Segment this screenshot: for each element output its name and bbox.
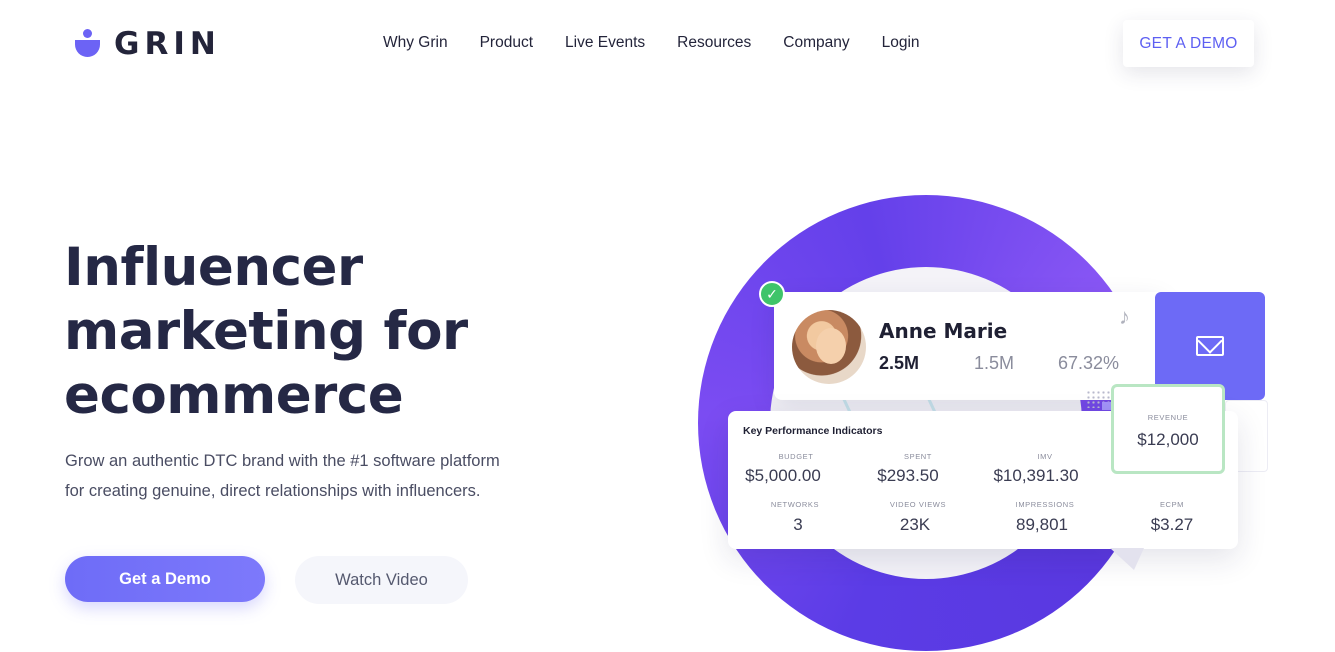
nav-resources[interactable]: Resources	[677, 34, 751, 52]
check-icon: ✓	[759, 281, 785, 307]
avatar	[792, 310, 866, 384]
profile-stat-1: 2.5M	[879, 353, 920, 373]
kpi-budget-value: $5,000.00	[745, 466, 821, 485]
kpi-video-views-value: 23K	[899, 515, 931, 534]
revenue-card: REVENUE $12,000	[1111, 384, 1225, 474]
influencer-name: Anne Marie	[879, 319, 1008, 343]
nav-live-events[interactable]: Live Events	[565, 34, 645, 52]
nav-product[interactable]: Product	[480, 34, 533, 52]
kpi-revenue-label: REVENUE	[1147, 413, 1189, 422]
kpi-budget-label: BUDGET	[778, 452, 814, 461]
grin-logo-icon	[74, 29, 102, 59]
mail-icon	[1196, 336, 1224, 356]
kpi-ecpm-value: $3.27	[1150, 515, 1194, 534]
nav-company[interactable]: Company	[783, 34, 849, 52]
hero-title: Influencer marketing for ecommerce	[64, 236, 624, 428]
logo-text: GRIN	[114, 26, 221, 62]
profile-stat-2: 1.5M	[974, 353, 1015, 373]
kpi-spent-label: SPENT	[903, 452, 932, 461]
tiktok-icon: ♪	[1119, 304, 1130, 329]
kpi-ecpm-label: ECPM	[1159, 500, 1185, 509]
kpi-networks-label: NETWORKS	[770, 500, 820, 509]
hero-subtitle-line-1: Grow an authentic DTC brand with the #1 …	[65, 452, 500, 470]
hero-title-line-1: Influencer	[64, 237, 363, 298]
main-nav: Why Grin Product Live Events Resources C…	[383, 34, 920, 52]
kpi-revenue-value: $12,000	[1137, 430, 1199, 449]
hero-subtitle-line-2: for creating genuine, direct relationshi…	[65, 482, 481, 500]
kpi-spent-value: $293.50	[877, 466, 939, 485]
nav-why-grin[interactable]: Why Grin	[383, 34, 448, 52]
decorative-triangle	[1110, 548, 1144, 570]
get-a-demo-button[interactable]: Get a Demo	[65, 556, 265, 602]
kpi-imv-label: IMV	[1037, 452, 1053, 461]
hero-subtitle: Grow an authentic DTC brand with the #1 …	[65, 446, 585, 506]
influencer-profile-card: Anne Marie 2.5M 1.5M 67.32% ♪	[774, 292, 1164, 400]
kpi-impressions-value: 89,801	[1016, 515, 1068, 534]
hero-title-line-2: marketing for	[64, 301, 468, 362]
get-a-demo-header-button[interactable]: GET A DEMO	[1123, 20, 1254, 67]
nav-login[interactable]: Login	[882, 34, 920, 52]
kpi-imv-value: $10,391.30	[993, 466, 1079, 485]
profile-stat-3: 67.32%	[1058, 353, 1120, 373]
watch-video-button[interactable]: Watch Video	[295, 556, 468, 604]
kpi-networks-value: 3	[793, 515, 803, 534]
kpi-title: Key Performance Indicators	[743, 425, 883, 437]
grin-logo[interactable]: GRIN	[74, 26, 221, 62]
kpi-video-views-label: VIDEO VIEWS	[889, 500, 947, 509]
hero-title-line-3: ecommerce	[64, 365, 404, 426]
kpi-impressions-label: IMPRESSIONS	[1015, 500, 1075, 509]
